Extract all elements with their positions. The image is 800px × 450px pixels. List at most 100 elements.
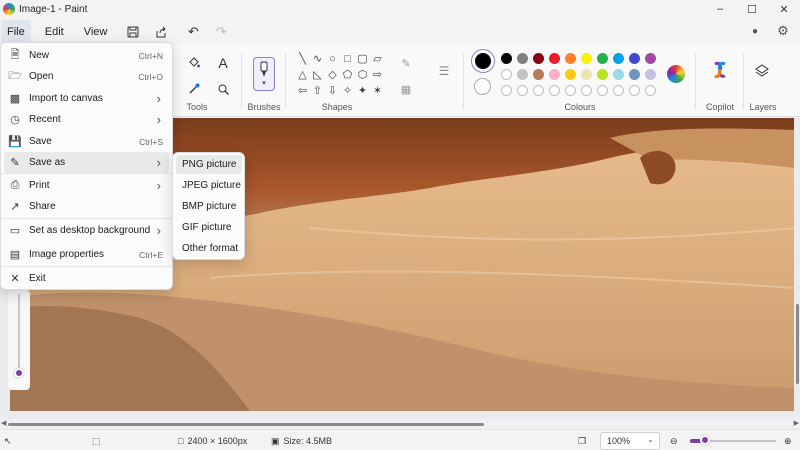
file-menu-item-label: Exit (29, 273, 46, 284)
dimensions-text: 2400 × 1600px (187, 436, 248, 446)
brushes-group: Brushes (244, 45, 284, 117)
shape-fill-icon[interactable]: ▦ (396, 79, 416, 99)
save-as-option[interactable]: BMP picture (176, 197, 242, 216)
copilot-label: Copilot (705, 102, 734, 112)
window-controls: – ☐ ✕ (704, 0, 800, 18)
file-menu-item[interactable]: 🗁 Open Ctrl+O (4, 66, 169, 87)
scroll-left-icon[interactable]: ◀ (1, 419, 6, 427)
shortcut-label: Ctrl+N (138, 50, 163, 61)
brush-size-track (18, 294, 20, 370)
file-menu-item-label: Share (29, 201, 56, 212)
zoom-out-icon[interactable]: ⊖ (670, 433, 678, 449)
new-file-icon: 🗎 (10, 49, 20, 61)
menu-view[interactable]: View (78, 20, 114, 44)
magnifier-icon[interactable] (213, 79, 233, 99)
file-menu-item[interactable]: 🗎 New Ctrl+N (4, 45, 169, 66)
save-as-option[interactable]: Other format (176, 239, 242, 258)
chevron-right-icon: › (156, 91, 161, 106)
layers-group: Layers (744, 45, 782, 117)
file-menu-item-label: Open (29, 71, 54, 82)
cursor-icon: ↖ (4, 435, 12, 446)
redo-icon[interactable]: ↷ (207, 20, 235, 44)
shape-outline-icon[interactable]: ✎ (396, 53, 416, 73)
vertical-scrollbar[interactable] (794, 118, 800, 419)
brush-size-slider[interactable] (8, 290, 30, 390)
status-bar: ↖ ⬚ □ 2400 × 1600px ▣ Size: 4.5MB ❒ 100%… (0, 429, 800, 450)
shape-size-icon[interactable]: ☰ (434, 61, 454, 81)
ribbon-separator (285, 53, 286, 109)
fit-to-window-icon[interactable]: ❒ (578, 433, 586, 449)
save-as-option[interactable]: PNG picture (176, 155, 242, 174)
paint-app-icon (3, 3, 15, 15)
scroll-right-icon[interactable]: ▶ (794, 419, 799, 427)
vertical-scroll-thumb[interactable] (796, 304, 799, 384)
horizontal-scroll-thumb[interactable] (8, 423, 484, 426)
file-menu-item[interactable]: ↗ Share (4, 196, 169, 217)
open-folder-icon: 🗁 (8, 70, 22, 82)
menu-file[interactable]: File (1, 19, 31, 44)
save-as-option[interactable]: GIF picture (176, 218, 242, 237)
selection-icon: ⬚ (92, 435, 101, 446)
file-menu-item[interactable]: ▩ Import to canvas › (4, 88, 169, 109)
shapes-group: Shapes (292, 45, 382, 117)
chevron-down-icon: ⌄ (647, 435, 654, 444)
file-menu-item-label: Image properties (29, 249, 105, 260)
print-icon: ⎙ (10, 179, 20, 191)
window-title: Image-1 - Paint (19, 3, 88, 15)
tools-group: Tools (178, 45, 216, 117)
shortcut-label: Ctrl+O (138, 71, 163, 82)
brush-size-knob[interactable] (14, 368, 24, 378)
share-icon[interactable] (147, 20, 175, 44)
menu-divider (1, 266, 172, 267)
close-icon[interactable]: ✕ (768, 0, 800, 18)
file-menu-item[interactable]: ▤ Image properties Ctrl+E (4, 244, 169, 265)
zoom-slider-knob[interactable] (700, 435, 711, 445)
file-menu-item-label: Import to canvas (29, 93, 103, 104)
zoom-dropdown[interactable]: 100% ⌄ (600, 432, 660, 450)
colours-group: Colours (470, 45, 690, 117)
menubar: File Edit View ↶ ↷ ● ⚙ (0, 18, 800, 45)
menu-divider (1, 218, 172, 219)
ribbon-separator (241, 53, 242, 109)
save-as-option[interactable]: JPEG picture (176, 176, 242, 195)
save-icon[interactable] (119, 20, 147, 44)
file-menu-item[interactable]: ✕ Exit (4, 268, 169, 289)
colours-label: Colours (564, 102, 596, 112)
dropper-icon[interactable] (184, 79, 204, 99)
ribbon-separator (463, 53, 464, 109)
title-bar: Image-1 - Paint – ☐ ✕ (0, 0, 800, 18)
account-icon[interactable]: ● (744, 20, 766, 42)
recent-icon: ◷ (10, 114, 20, 126)
file-size-text: Size: 4.5MB (283, 436, 333, 446)
file-menu: 🗎 New Ctrl+N 🗁 Open Ctrl+O ▩ Import to canvas › ◷… (0, 42, 173, 290)
tools-label: Tools (186, 102, 208, 112)
disk-icon: ▣ (271, 435, 280, 446)
settings-icon[interactable]: ⚙ (772, 20, 794, 42)
file-menu-item-label: New (29, 50, 50, 61)
shortcut-label: Ctrl+E (139, 249, 163, 260)
file-menu-item[interactable]: 💾 Save Ctrl+S (4, 131, 169, 152)
maximize-icon[interactable]: ☐ (736, 0, 768, 18)
file-menu-item-label: Save as (29, 157, 66, 168)
chevron-right-icon: › (156, 112, 161, 127)
chevron-right-icon: › (156, 178, 161, 193)
file-menu-item[interactable]: ✎ Save as › (4, 152, 169, 173)
share-icon: ↗ (10, 201, 20, 213)
save-as-submenu: PNG picture JPEG picture BMP picture GIF pi… (172, 152, 245, 260)
minimize-icon[interactable]: – (704, 0, 736, 18)
shortcut-label: Ctrl+S (139, 136, 163, 147)
file-menu-item[interactable]: ▭ Set as desktop background › (4, 220, 169, 241)
horizontal-scrollbar[interactable]: ◀ ▶ (0, 419, 800, 429)
zoom-value: 100% (607, 436, 631, 446)
menu-divider (1, 173, 172, 174)
ribbon-separator (695, 53, 696, 109)
menu-edit[interactable]: Edit (39, 20, 70, 44)
undo-icon[interactable]: ↶ (179, 20, 207, 44)
chevron-right-icon: › (156, 223, 161, 238)
zoom-in-icon[interactable]: ⊕ (784, 433, 792, 449)
file-menu-item[interactable]: ⎙ Print › (4, 175, 169, 196)
text-icon[interactable]: A (213, 53, 233, 73)
fill-bucket-icon[interactable] (184, 53, 204, 73)
file-menu-item-label: Save (29, 136, 52, 147)
file-menu-item[interactable]: ◷ Recent › (4, 109, 169, 130)
